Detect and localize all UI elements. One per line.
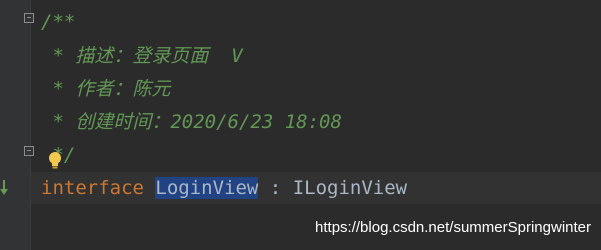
unfold-icon[interactable] — [24, 146, 34, 156]
fold-icon[interactable] — [24, 13, 34, 23]
doc-comment-line[interactable]: * 创建时间：2020/6/23 18:08 — [41, 110, 341, 134]
gutter-divider — [30, 0, 31, 250]
doc-comment-line[interactable]: * 描述：登录页面 V — [41, 44, 242, 68]
extends-separator: : — [258, 177, 293, 199]
watermark-url: https://blog.csdn.net/summerSpringwinter — [315, 219, 591, 236]
selected-identifier[interactable]: LoginView — [155, 177, 259, 199]
lightbulb-icon[interactable] — [47, 151, 63, 171]
interface-declaration[interactable]: interface LoginView : ILoginView — [41, 176, 407, 200]
doc-comment-line[interactable]: * 作者：陈元 — [41, 77, 170, 101]
editor-gutter — [0, 0, 30, 250]
implemented-icon[interactable] — [0, 178, 12, 198]
doc-comment-line[interactable]: /** — [41, 10, 75, 34]
keyword-interface[interactable]: interface — [41, 177, 144, 199]
super-interface[interactable]: ILoginView — [293, 177, 407, 199]
